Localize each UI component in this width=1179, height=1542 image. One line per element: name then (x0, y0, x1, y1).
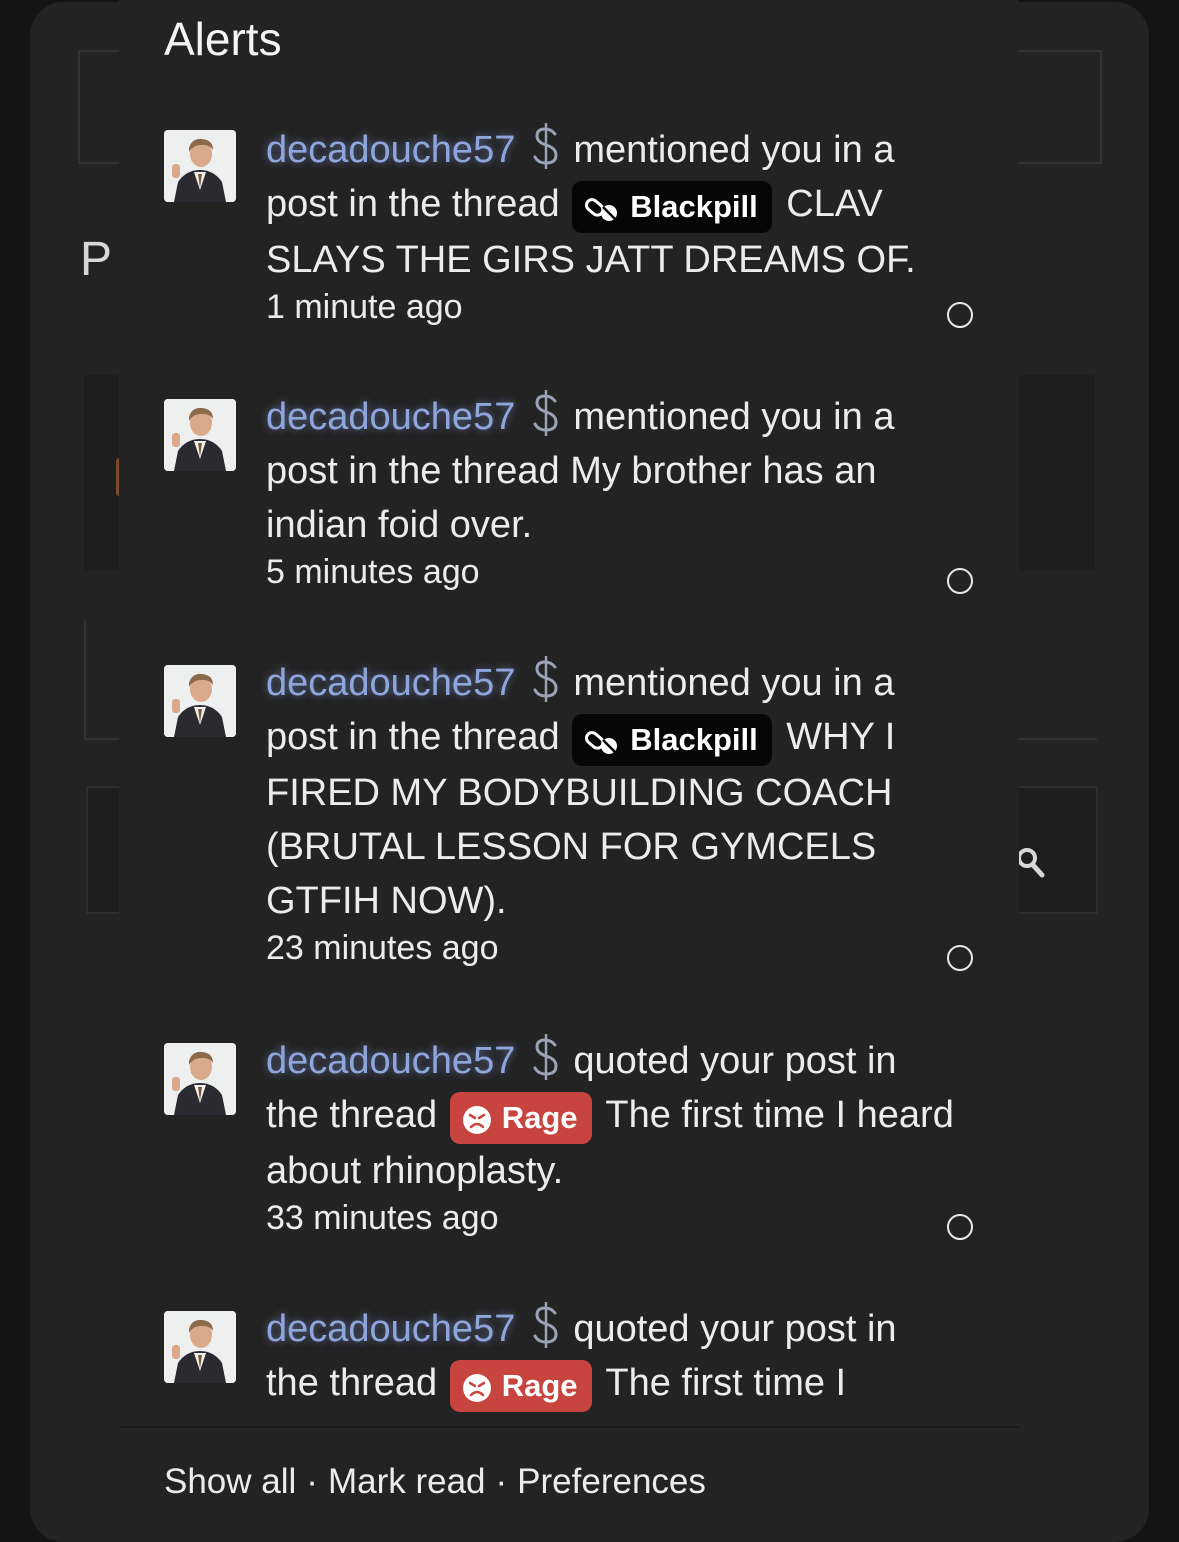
thread-prefix-badge[interactable]: Rage (449, 1092, 592, 1144)
search-icon[interactable] (1016, 846, 1046, 880)
username-link[interactable]: decadouche57 (266, 662, 515, 704)
alert-item[interactable]: decadouche57 quoted your post in the thr… (119, 1011, 1019, 1282)
show-all-link[interactable]: Show all (164, 1462, 296, 1501)
alert-text: decadouche57 mentioned you in a post in … (266, 655, 956, 968)
alert-timestamp: 5 minutes ago (266, 553, 480, 591)
avatar[interactable] (164, 665, 236, 737)
alerts-footer: Show all · Mark read · Preferences (119, 1426, 1019, 1517)
mark-read-circle-icon[interactable] (947, 302, 973, 328)
alert-item[interactable]: decadouche57 mentioned you in a post in … (119, 100, 1019, 370)
thread-prefix-badge[interactable]: Blackpill (572, 181, 772, 233)
mark-read-circle-icon[interactable] (947, 568, 973, 594)
username-link[interactable]: decadouche57 (266, 129, 515, 171)
avatar[interactable] (164, 1043, 236, 1115)
alert-item[interactable]: decadouche57 quoted your post in the thr… (119, 1279, 1019, 1429)
avatar[interactable] (164, 130, 236, 202)
dollar-sign-icon (515, 390, 573, 438)
thread-title-link[interactable]: The first time I (605, 1362, 846, 1404)
preferences-link[interactable]: Preferences (517, 1462, 706, 1501)
alert-item[interactable]: decadouche57 mentioned you in a post in … (119, 367, 1019, 636)
thread-prefix-badge[interactable]: Rage (449, 1360, 592, 1412)
username-link[interactable]: decadouche57 (266, 1040, 515, 1082)
alert-timestamp: 33 minutes ago (266, 1199, 499, 1237)
pills-icon (584, 722, 630, 757)
alert-timestamp: 1 minute ago (266, 288, 463, 326)
dollar-sign-icon (515, 123, 573, 171)
alert-timestamp: 23 minutes ago (266, 929, 499, 967)
alerts-header: Alerts (119, 0, 1019, 102)
background-heading: P (80, 233, 113, 286)
dollar-sign-icon (515, 1034, 573, 1082)
footer-separator: · (306, 1462, 318, 1501)
mark-read-circle-icon[interactable] (947, 1214, 973, 1240)
alert-text: decadouche57 quoted your post in the thr… (266, 1033, 956, 1238)
angry-face-icon (462, 1368, 502, 1403)
avatar[interactable] (164, 399, 236, 471)
alerts-title: Alerts (164, 13, 282, 65)
mark-read-link[interactable]: Mark read (328, 1462, 486, 1501)
thread-prefix-badge[interactable]: Blackpill (572, 714, 772, 766)
dollar-sign-icon (515, 656, 573, 704)
alert-text: decadouche57 mentioned you in a post in … (266, 122, 956, 327)
footer-separator: · (495, 1462, 508, 1501)
dollar-sign-icon (515, 1302, 573, 1350)
alert-text: decadouche57 quoted your post in the thr… (266, 1301, 956, 1412)
mark-read-circle-icon[interactable] (947, 945, 973, 971)
username-link[interactable]: decadouche57 (266, 396, 515, 438)
pills-icon (584, 189, 630, 224)
avatar[interactable] (164, 1311, 236, 1383)
alerts-popup: Alerts decadouche57 mentioned you in a p… (119, 0, 1019, 1517)
username-link[interactable]: decadouche57 (266, 1308, 515, 1350)
alert-item[interactable]: decadouche57 mentioned you in a post in … (119, 633, 1019, 1014)
angry-face-icon (462, 1100, 502, 1135)
alert-text: decadouche57 mentioned you in a post in … (266, 389, 956, 592)
